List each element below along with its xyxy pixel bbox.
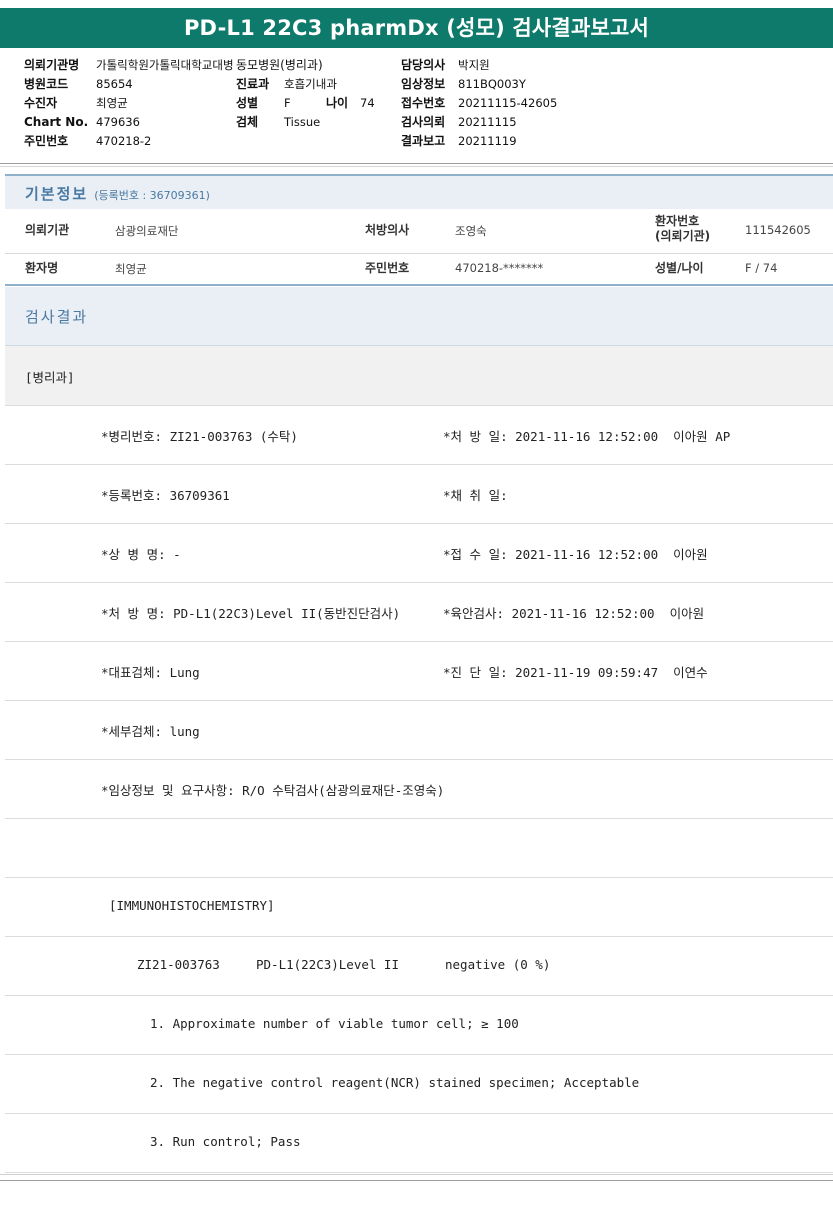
dept-label: [병리과] — [25, 370, 75, 385]
header-divider — [0, 166, 833, 167]
header-value: 20211115-42605 — [458, 96, 558, 110]
label-patient-no-line1: 환자번호 — [655, 214, 700, 228]
report-title: PD-L1 22C3 pharmDx (성모) 검사결과보고서 — [0, 8, 833, 48]
result-right: *처 방 일: 2021-11-16 12:52:00 이아원 AP — [443, 429, 731, 444]
header-value: 호흡기내과 — [284, 77, 337, 91]
result-row: *병리번호: ZI21-003763 (수탁) *처 방 일: 2021-11-… — [5, 406, 833, 465]
result-right: *진 단 일: 2021-11-19 09:59:47 이연수 — [443, 665, 708, 680]
header-key: 진료과 — [236, 77, 270, 91]
basic-info-header: 기본정보 (등록번호 : 36709361) — [5, 174, 833, 209]
header-key: 성별 — [236, 96, 259, 110]
value-requester: 삼광의료재단 — [115, 224, 179, 238]
header-value: 479636 — [96, 115, 140, 129]
result-left: *병리번호: ZI21-003763 (수탁) — [101, 429, 298, 444]
header-value: 20211119 — [458, 134, 517, 148]
header-value: 동모병원(병리과) — [236, 58, 323, 72]
result-row: *처 방 명: PD-L1(22C3)Level II(동반진단검사) *육안검… — [5, 583, 833, 642]
label-requester: 의뢰기관 — [25, 223, 70, 237]
result-row: *등록번호: 36709361 *채 취 일: — [5, 465, 833, 524]
header-value: 470218-2 — [96, 134, 152, 148]
header-key: 병원코드 — [24, 77, 69, 91]
result-left: *임상정보 및 요구사항: R/O 수탁검사(삼광의료재단-조영숙) — [101, 783, 445, 798]
note-row: 3. Run control; Pass — [5, 1114, 833, 1173]
result-title: 검사결과 — [25, 308, 89, 326]
header-key: 검체 — [236, 115, 259, 129]
label-resident-no: 주민번호 — [365, 261, 410, 275]
result-row: *대표검체: Lung *진 단 일: 2021-11-19 09:59:47 … — [5, 642, 833, 701]
note-row: 2. The negative control reagent(NCR) sta… — [5, 1055, 833, 1114]
result-row: *임상정보 및 요구사항: R/O 수탁검사(삼광의료재단-조영숙) — [5, 760, 833, 819]
header-value: 최영균 — [96, 96, 128, 110]
basic-info-title: 기본정보 (등록번호 : 36709361) — [25, 183, 210, 204]
label-patient-name: 환자명 — [25, 261, 59, 275]
header-key: 주민번호 — [24, 134, 69, 148]
result-left: *대표검체: Lung — [101, 665, 200, 680]
result-row: *세부검체: lung — [5, 701, 833, 760]
basic-info-row: 환자명 최영균 주민번호 470218-******* 성별/나이 F / 74 — [5, 254, 833, 286]
header-value: Tissue — [284, 115, 321, 129]
value-sex-age: F / 74 — [745, 261, 778, 275]
label-patient-no-line2: (의뢰기관) — [655, 229, 711, 243]
header-value: 811BQ003Y — [458, 77, 526, 91]
header-value: 74 — [360, 96, 375, 110]
note-text: 2. The negative control reagent(NCR) sta… — [150, 1075, 640, 1090]
label-doctor: 처방의사 — [365, 223, 410, 237]
header-col2: 동모병원(병리과) 진료과 호흡기내과 성별 F 나이 74 검체 Tissue — [236, 56, 375, 132]
label-sex-age: 성별/나이 — [655, 261, 704, 275]
result-left: *등록번호: 36709361 — [101, 488, 230, 503]
result-left: *상 병 명: - — [101, 547, 181, 562]
value-resident-no: 470218-******* — [455, 261, 544, 275]
header-value: 85654 — [96, 77, 133, 91]
header-key: 접수번호 — [401, 96, 446, 110]
value-doctor: 조영숙 — [455, 224, 487, 238]
note-row: 1. Approximate number of viable tumor ce… — [5, 996, 833, 1055]
header-col3: 담당의사 박지원 임상정보 811BQ003Y 접수번호 20211115-42605… — [401, 56, 557, 151]
ihc-row: ZI21-003763 PD-L1(22C3)Level II negative… — [5, 937, 833, 996]
header-col1: 의뢰기관명 가톨릭학원가톨릭대학교대병 병원코드 85654 수진자 최영균 Char… — [24, 56, 234, 151]
header-key: 수진자 — [24, 96, 58, 110]
header-key: Chart No. — [24, 115, 89, 129]
result-right: *채 취 일: — [443, 488, 508, 503]
result-row-empty — [5, 819, 833, 878]
label-patient-no: 환자번호 (의뢰기관) — [655, 214, 710, 244]
header-key: 의뢰기관명 — [24, 58, 80, 72]
header-value: 박지원 — [458, 58, 490, 72]
result-right: *접 수 일: 2021-11-16 12:52:00 이아원 — [443, 547, 708, 562]
ihc-heading: [IMMUNOHISTOCHEMISTRY] — [109, 898, 275, 913]
value-patient-no: 111542605 — [745, 223, 811, 237]
result-right: *육안검사: 2021-11-16 12:52:00 이아원 — [443, 606, 705, 621]
header-divider — [0, 163, 833, 164]
note-text: 3. Run control; Pass — [150, 1134, 301, 1149]
dept-row: [병리과] — [5, 346, 833, 406]
basic-info-row: 의뢰기관 삼광의료재단 처방의사 조영숙 환자번호 (의뢰기관) 11154260… — [5, 209, 833, 254]
header-key: 결과보고 — [401, 134, 446, 148]
header-value: 가톨릭학원가톨릭대학교대병 — [96, 58, 234, 72]
header-key: 담당의사 — [401, 58, 446, 72]
footer-divider — [0, 1174, 833, 1175]
header-key: 검사의뢰 — [401, 115, 446, 129]
header-value: 20211115 — [458, 115, 517, 129]
ihc-code: ZI21-003763 — [137, 957, 220, 972]
header-key: 나이 — [326, 96, 349, 110]
result-row: [IMMUNOHISTOCHEMISTRY] — [5, 878, 833, 937]
header-value: F — [284, 96, 291, 110]
footer-divider — [0, 1180, 833, 1181]
header-key: 임상정보 — [401, 77, 446, 91]
result-left: *처 방 명: PD-L1(22C3)Level II(동반진단검사) — [101, 606, 401, 621]
result-header: 검사결과 — [5, 287, 833, 346]
ihc-test: PD-L1(22C3)Level II — [256, 957, 399, 972]
basic-info-subtitle: (등록번호 : 36709361) — [94, 189, 210, 202]
result-left: *세부검체: lung — [101, 724, 200, 739]
note-text: 1. Approximate number of viable tumor ce… — [150, 1016, 519, 1031]
basic-info-title-text: 기본정보 — [25, 185, 89, 203]
result-row: *상 병 명: - *접 수 일: 2021-11-16 12:52:00 이아… — [5, 524, 833, 583]
ihc-result: negative (0 %) — [445, 957, 551, 972]
value-patient-name: 최영균 — [115, 262, 147, 276]
